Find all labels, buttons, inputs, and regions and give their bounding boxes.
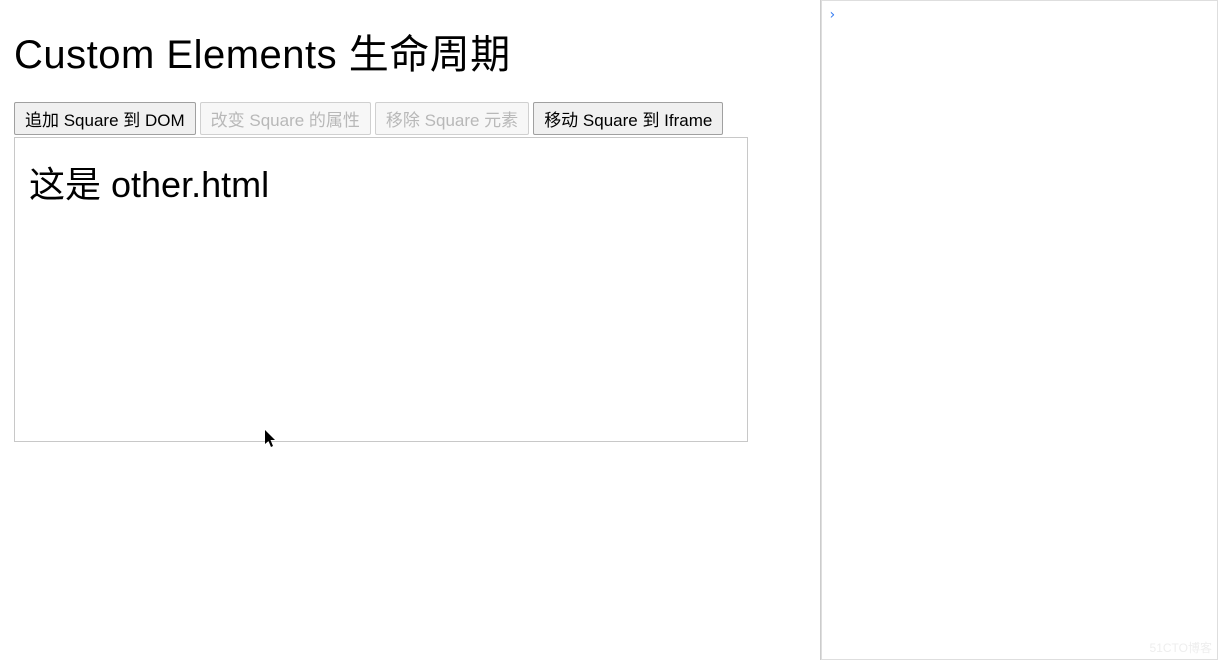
main-content-area: Custom Elements 生命周期 追加 Square 到 DOM 改变 … — [0, 0, 820, 660]
iframe-container: 这是 other.html — [14, 137, 748, 442]
devtools-console[interactable]: › — [821, 0, 1218, 660]
devtools-panel: › — [820, 0, 1218, 660]
iframe-page-title: 这是 other.html — [29, 156, 733, 208]
move-square-button[interactable]: 移动 Square 到 Iframe — [533, 102, 723, 135]
remove-square-button[interactable]: 移除 Square 元素 — [375, 102, 529, 135]
button-row: 追加 Square 到 DOM 改变 Square 的属性 移除 Square … — [14, 102, 806, 135]
console-prompt-icon: › — [828, 7, 836, 23]
change-square-button[interactable]: 改变 Square 的属性 — [200, 102, 371, 135]
watermark-text: 51CTO博客 — [1150, 639, 1212, 656]
add-square-button[interactable]: 追加 Square 到 DOM — [14, 102, 196, 135]
page-title: Custom Elements 生命周期 — [14, 22, 806, 80]
